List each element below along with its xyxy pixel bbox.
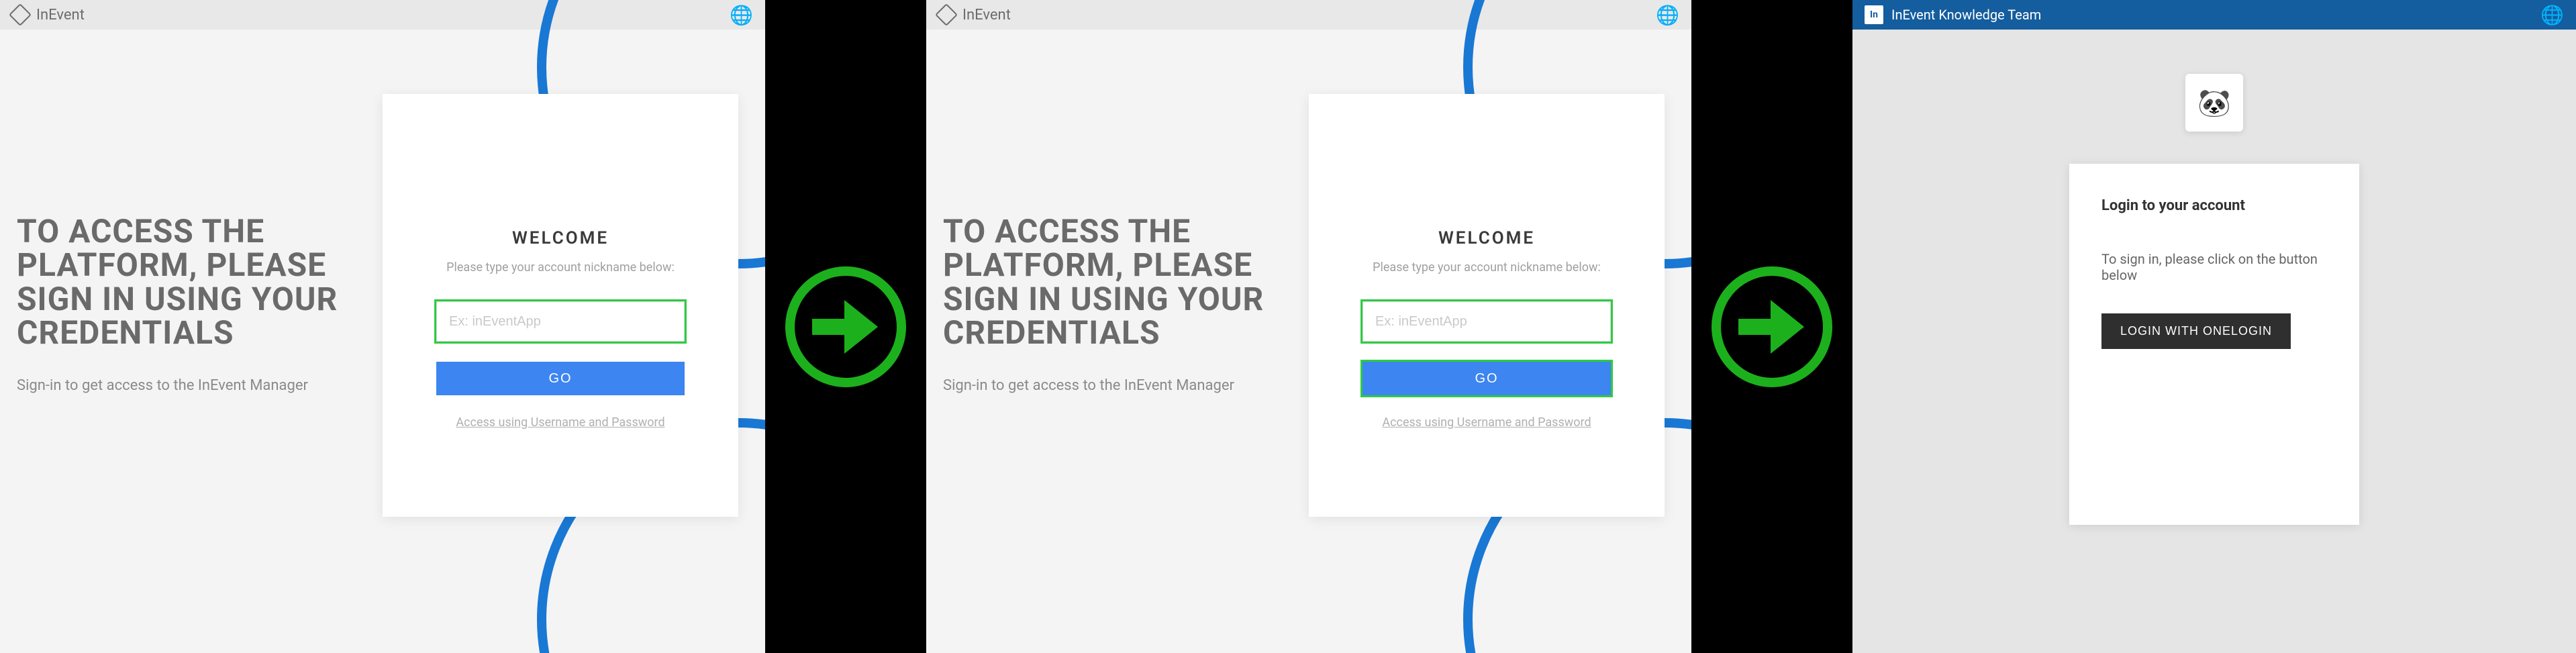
arrow-circle-icon	[785, 266, 906, 387]
welcome-title: WELCOME	[512, 228, 609, 248]
welcome-prompt: Please type your account nickname below:	[1373, 260, 1601, 274]
step-arrow-2	[1691, 0, 1852, 653]
username-password-link[interactable]: Access using Username and Password	[456, 415, 664, 430]
username-password-link[interactable]: Access using Username and Password	[1382, 415, 1591, 430]
go-button[interactable]: GO	[436, 362, 685, 395]
app-name: InEvent	[962, 7, 1011, 23]
nickname-input[interactable]	[436, 301, 685, 342]
inevent-logo-icon	[935, 3, 958, 26]
arrow-right-icon	[1738, 293, 1805, 360]
login-card: WELCOME Please type your account nicknam…	[1309, 94, 1665, 517]
company-logo-box: 🐼	[2185, 74, 2243, 132]
arrow-circle-icon	[1712, 266, 1832, 387]
topbar: In InEvent Knowledge Team 🌐	[1852, 0, 2576, 30]
login-step-2: InEvent 🌐 TO ACCESS THE PLATFORM, PLEASE…	[926, 0, 1691, 653]
nickname-input[interactable]	[1363, 301, 1611, 342]
globe-icon[interactable]: 🌐	[2540, 4, 2564, 26]
company-logo-icon: 🐼	[2197, 87, 2231, 119]
app-name: InEvent	[36, 7, 85, 23]
go-button[interactable]: GO	[1363, 362, 1611, 395]
headline-block: TO ACCESS THE PLATFORM, PLEASE SIGN IN U…	[943, 215, 1292, 394]
welcome-title: WELCOME	[1438, 228, 1535, 248]
login-onelogin-button[interactable]: LOGIN WITH ONELOGIN	[2101, 313, 2291, 349]
card-logo-icon	[530, 138, 591, 198]
subheadline: Sign-in to get access to the InEvent Man…	[943, 377, 1292, 394]
onelogin-card: Login to your account To sign in, please…	[2069, 164, 2359, 525]
onelogin-desc: To sign in, please click on the button b…	[2101, 251, 2327, 283]
card-logo-icon	[1456, 138, 1517, 198]
login-step-1: InEvent 🌐 TO ACCESS THE PLATFORM, PLEASE…	[0, 0, 765, 653]
welcome-prompt: Please type your account nickname below:	[446, 260, 675, 274]
login-card: WELCOME Please type your account nicknam…	[383, 94, 738, 517]
subheadline: Sign-in to get access to the InEvent Man…	[17, 377, 366, 394]
step-arrow-1	[765, 0, 926, 653]
headline: TO ACCESS THE PLATFORM, PLEASE SIGN IN U…	[17, 215, 366, 350]
inevent-logo-icon	[9, 3, 32, 26]
onelogin-step: In InEvent Knowledge Team 🌐 🐼 Login to y…	[1852, 0, 2576, 653]
onelogin-title: Login to your account	[2101, 197, 2327, 214]
headline: TO ACCESS THE PLATFORM, PLEASE SIGN IN U…	[943, 215, 1292, 350]
inevent-logo-icon: In	[1865, 5, 1883, 24]
arrow-right-icon	[812, 293, 879, 360]
app-name: InEvent Knowledge Team	[1891, 7, 2041, 23]
headline-block: TO ACCESS THE PLATFORM, PLEASE SIGN IN U…	[17, 215, 366, 394]
